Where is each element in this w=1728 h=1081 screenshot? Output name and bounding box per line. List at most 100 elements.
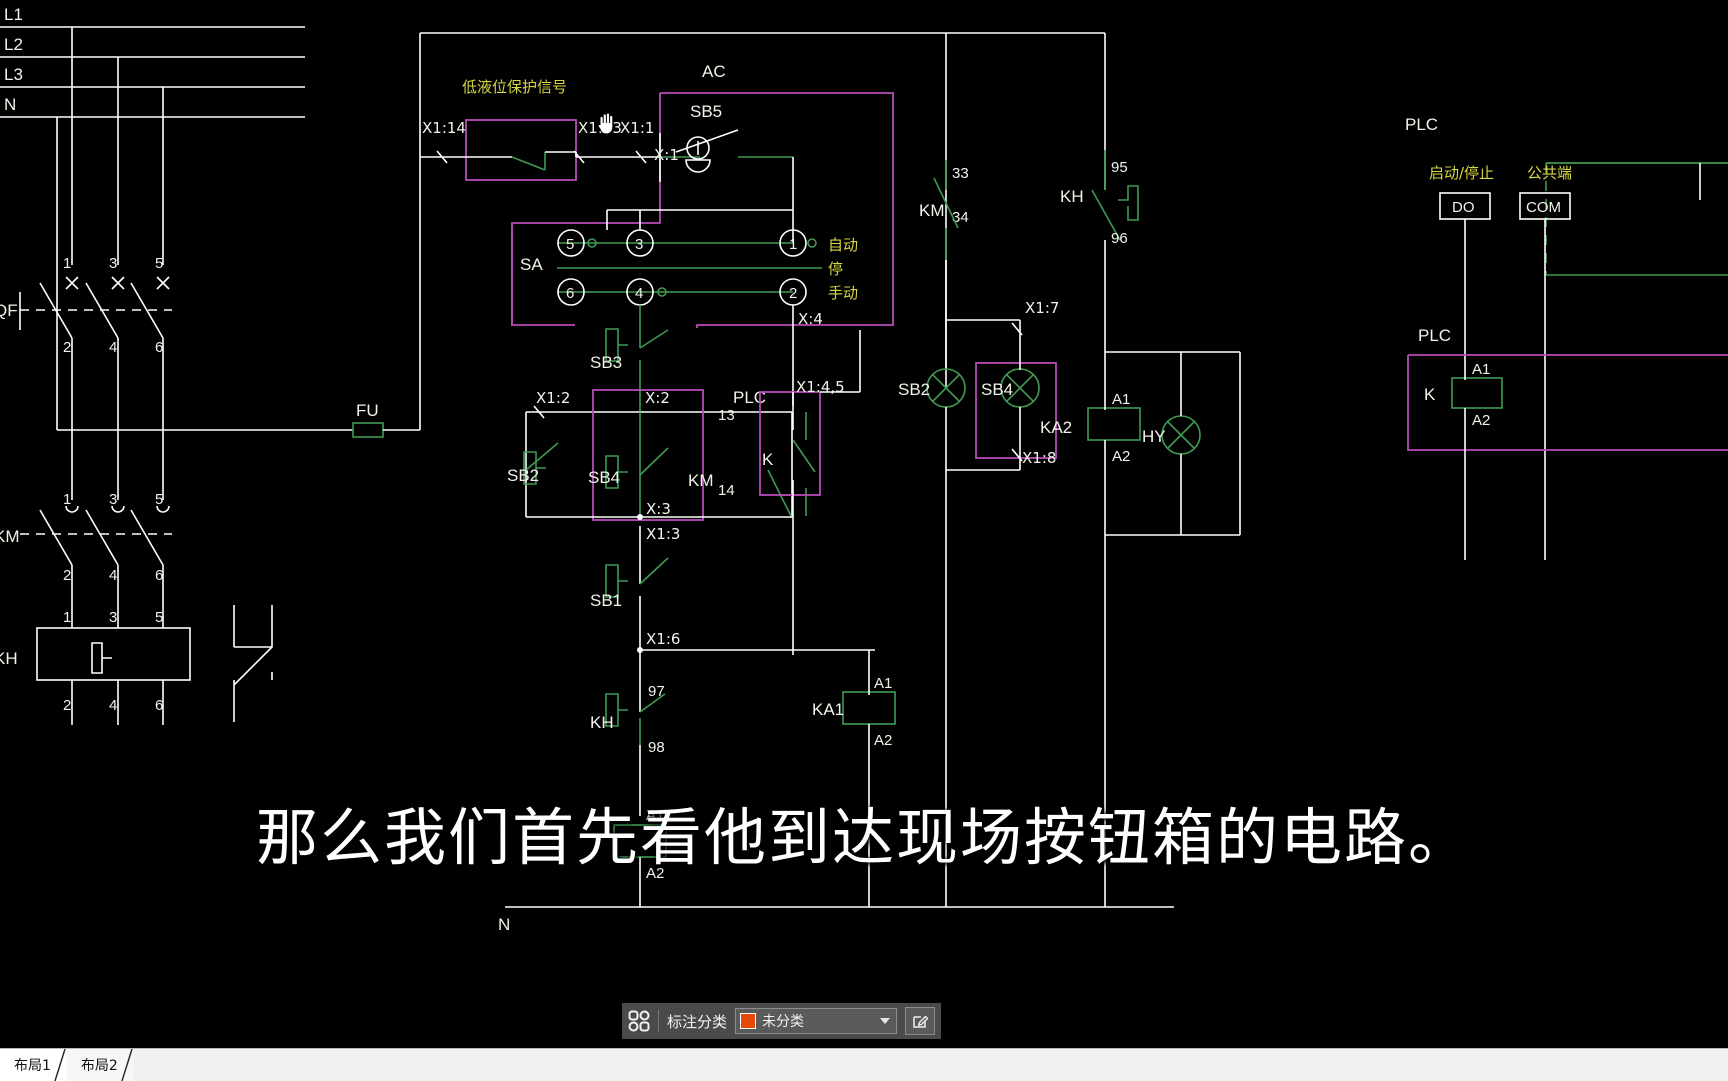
svg-text:X:2: X:2 [645,389,670,407]
edit-square-icon [912,1015,929,1028]
svg-text:4: 4 [109,339,117,356]
svg-text:2: 2 [789,285,797,302]
tab-layout-1[interactable]: 布局1 [0,1049,67,1081]
svg-text:3: 3 [109,255,117,272]
svg-text:5: 5 [155,609,163,626]
svg-text:A2: A2 [1472,412,1490,429]
svg-text:A1: A1 [1472,361,1490,378]
svg-text:X:4: X:4 [798,310,823,328]
tab-layout-2[interactable]: 布局2 [66,1049,134,1081]
svg-text:低液位保护信号: 低液位保护信号 [462,78,567,96]
svg-text:X1:2: X1:2 [536,389,570,407]
sb4-lamp: SB4 X1:7 X1:8 [946,299,1059,471]
svg-text:14: 14 [718,482,735,499]
svg-text:COM: COM [1526,199,1561,216]
svg-text:X1:1: X1:1 [620,119,654,137]
svg-text:3: 3 [109,491,117,508]
svg-text:A2: A2 [874,732,892,749]
svg-text:手动: 手动 [828,284,858,302]
svg-text:K: K [1424,385,1436,404]
svg-text:启动/停止: 启动/停止 [1429,164,1494,182]
svg-text:公共端: 公共端 [1527,164,1572,182]
svg-text:PLC: PLC [733,388,766,407]
svg-text:PLC: PLC [1418,326,1451,345]
schematic-svg: .w { stroke:#ffffff; stroke-width:1.6; f… [0,5,1728,934]
svg-text:2: 2 [63,567,71,584]
svg-text:3: 3 [635,236,643,253]
plc-right-edge-lines [1546,162,1728,200]
chevron-down-icon[interactable] [880,1018,891,1024]
svg-text:N: N [4,95,16,114]
svg-text:3: 3 [109,609,117,626]
annotation-toolbar[interactable]: 标注分类 未分类 [622,1003,942,1039]
kh-95-96-contact: KH 95 96 [1060,150,1139,352]
hand-cursor-icon [597,112,614,135]
svg-text:QF: QF [0,301,18,320]
svg-text:6: 6 [155,567,163,584]
svg-text:4: 4 [635,285,643,302]
svg-text:96: 96 [1111,230,1128,247]
svg-text:34: 34 [952,209,969,226]
tab-slash-icon [54,1049,66,1081]
svg-text:KH: KH [1060,187,1084,206]
svg-text:AC: AC [702,62,726,81]
svg-text:1: 1 [789,236,797,253]
svg-text:1: 1 [63,491,71,508]
km-main-contactor: 1 3 5 KM 2 4 6 1 3 5 [0,491,172,628]
svg-text:X1:4,5: X1:4,5 [796,378,845,396]
svg-text:X1:6: X1:6 [646,630,680,648]
annotation-category-select[interactable]: 未分类 [735,1008,898,1034]
svg-text:停: 停 [828,260,843,278]
svg-text:SA: SA [520,255,543,274]
svg-text:97: 97 [648,683,665,700]
svg-text:L2: L2 [4,35,23,54]
svg-text:33: 33 [952,165,969,182]
svg-text:KH: KH [590,713,614,732]
kh-97-98-contact: KH 97 98 [590,650,666,816]
svg-text:98: 98 [648,739,665,756]
svg-text:SB2: SB2 [898,380,930,399]
edit-annotation-button[interactable] [905,1007,936,1035]
svg-text:A1: A1 [1112,391,1130,408]
low-level-protection-box: 低液位保护信号 X1:14 X1:13 X1:1 [420,78,660,181]
svg-text:KA1: KA1 [812,700,844,719]
svg-text:L1: L1 [4,5,23,24]
video-subtitle: 那么我们首先看他到达现场按钮箱的电路。 [255,801,1472,874]
svg-text:X1:8: X1:8 [1022,449,1056,467]
svg-text:6: 6 [566,285,574,302]
svg-text:5: 5 [155,491,163,508]
svg-text:A2: A2 [1112,448,1130,465]
svg-text:4: 4 [109,567,117,584]
svg-text:PLC: PLC [1405,115,1438,134]
plc-k-coil: PLC A1 A2 K [1407,326,1728,560]
sb5-selector: SB5 X:1 [654,102,794,243]
plc-k-contact: PLC X1:4,5 K [733,330,861,655]
annotation-category-label: 标注分类 [667,1012,728,1031]
cad-drawing-canvas[interactable]: .w { stroke:#ffffff; stroke-width:1.6; f… [0,0,1728,1048]
svg-text:K: K [762,450,774,469]
km-33-34-aux: KM 33 34 [919,160,969,370]
svg-text:X1:14: X1:14 [422,119,466,137]
svg-text:95: 95 [1111,159,1128,176]
svg-text:KM: KM [688,471,714,490]
svg-text:SB2: SB2 [507,466,539,485]
svg-text:4: 4 [109,697,117,714]
grid-4-dots-icon[interactable] [628,1010,650,1032]
svg-text:X:1: X:1 [654,146,679,164]
svg-text:自动: 自动 [828,236,858,254]
svg-text:2: 2 [63,697,71,714]
kh-thermal-relay: KH 2 4 6 [0,605,273,725]
category-color-swatch [740,1013,757,1029]
layout-tab-bar[interactable]: 布局1 布局2 [0,1048,1728,1081]
svg-text:SB3: SB3 [590,353,622,372]
power-rail-group: L1 L2 L3 N [0,5,305,430]
svg-text:N: N [498,915,510,934]
svg-text:X:3: X:3 [646,500,671,518]
toolbar-divider [658,1010,659,1032]
svg-text:1: 1 [63,609,71,626]
plc-io-header: PLC 启动/停止 公共端 DO COM [1405,115,1728,560]
svg-text:6: 6 [155,339,163,356]
svg-text:5: 5 [566,236,574,253]
sb1-button: SB1 X1:6 [590,526,875,653]
tab-layout-2-label: 布局2 [80,1058,118,1074]
